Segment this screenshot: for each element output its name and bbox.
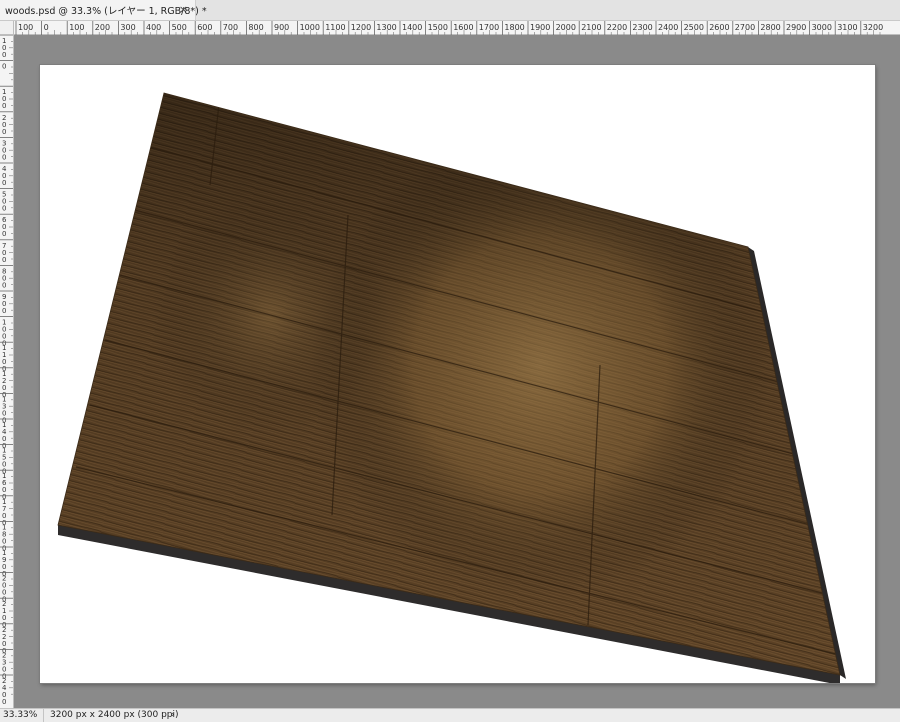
ruler-label: 2000 <box>556 23 576 32</box>
ruler-label: 1800 <box>504 23 524 32</box>
ruler-label: 100 <box>2 37 6 59</box>
ruler-label: 600 <box>197 23 212 32</box>
ruler-label: 3100 <box>837 23 857 32</box>
ruler-label: 800 <box>2 267 6 289</box>
ruler-label: 2600 <box>709 23 729 32</box>
ruler-label: 3000 <box>812 23 832 32</box>
ruler-label: 600 <box>2 216 7 238</box>
ruler-label: 200 <box>2 114 6 136</box>
ruler-label: 100 <box>69 23 84 32</box>
ruler-label: 1700 <box>479 23 499 32</box>
document-tab-title: woods.psd @ 33.3% (レイヤー 1, RGB/8*) * <box>5 6 207 17</box>
ruler-label: 2200 <box>607 23 627 32</box>
ruler-label: 1900 <box>530 23 550 32</box>
ruler-label: 2100 <box>581 23 601 32</box>
document-size-info: 3200 px x 2400 px (300 ppi) <box>50 710 179 720</box>
ruler-label: 0 <box>2 63 6 71</box>
vertical-ruler-ticks: 1 0 001 0 02 0 03 0 04 0 05 0 06 0 07 0 08 0 09 0 01 0 0 01 1 0 01… <box>0 35 13 706</box>
ruler-label: 300 <box>120 23 135 32</box>
ruler-label: 700 <box>2 242 6 264</box>
document-canvas[interactable] <box>40 65 875 683</box>
horizontal-ruler-ticks: 100 0 100 200 300 400 500 600 700 800 900 1000 1100 1… <box>15 21 883 35</box>
ruler-label: 3200 <box>863 23 883 32</box>
ruler-label: 1000 <box>300 23 320 32</box>
ruler-label: 500 <box>172 23 187 32</box>
ruler-label: 2400 <box>2 677 7 706</box>
ruler-label: 900 <box>274 23 289 32</box>
ruler-label: 2800 <box>760 23 780 32</box>
ruler-label: 2400 <box>658 23 678 32</box>
ruler-origin-corner[interactable] <box>0 21 14 35</box>
horizontal-ruler[interactable]: 100 0 100 200 300 400 500 600 700 800 900 1000 1100 1… <box>14 21 900 35</box>
wood-floor-image <box>57 92 846 683</box>
ruler-label: 500 <box>2 191 6 213</box>
document-tab-bar: woods.psd @ 33.3% (レイヤー 1, RGB/8*) * × <box>0 0 900 21</box>
ruler-label: 0 <box>44 23 49 32</box>
ruler-label: 200 <box>95 23 110 32</box>
zoom-level-field[interactable]: 33.33% <box>0 709 44 722</box>
ruler-label: 800 <box>248 23 263 32</box>
ruler-label: 1500 <box>428 23 448 32</box>
ruler-label: 1300 <box>376 23 396 32</box>
ruler-label: 700 <box>223 23 238 32</box>
ruler-label: 2300 <box>632 23 652 32</box>
ruler-label: 100 <box>2 88 6 110</box>
ruler-label: 1400 <box>402 23 422 32</box>
ruler-label: 1600 <box>453 23 473 32</box>
ruler-label: 100 <box>18 23 33 32</box>
document-tab[interactable]: woods.psd @ 33.3% (レイヤー 1, RGB/8*) * × <box>0 0 207 20</box>
close-icon[interactable]: × <box>179 3 188 16</box>
vertical-ruler[interactable]: 1000100200300400500600700800900100011001… <box>0 35 14 708</box>
ruler-label: 2500 <box>684 23 704 32</box>
chevron-right-icon[interactable]: › <box>171 709 175 722</box>
status-bar: 33.33% 3200 px x 2400 px (300 ppi) › <box>0 708 900 722</box>
ruler-label: 1100 <box>325 23 345 32</box>
canvas-workspace[interactable] <box>14 35 900 708</box>
ruler-label: 2900 <box>786 23 806 32</box>
ruler-label: 2700 <box>735 23 755 32</box>
ruler-label: 300 <box>2 139 6 161</box>
ruler-label: 900 <box>2 293 6 315</box>
ruler-label: 400 <box>146 23 161 32</box>
ruler-label: 400 <box>2 165 7 187</box>
ruler-label: 1200 <box>351 23 371 32</box>
